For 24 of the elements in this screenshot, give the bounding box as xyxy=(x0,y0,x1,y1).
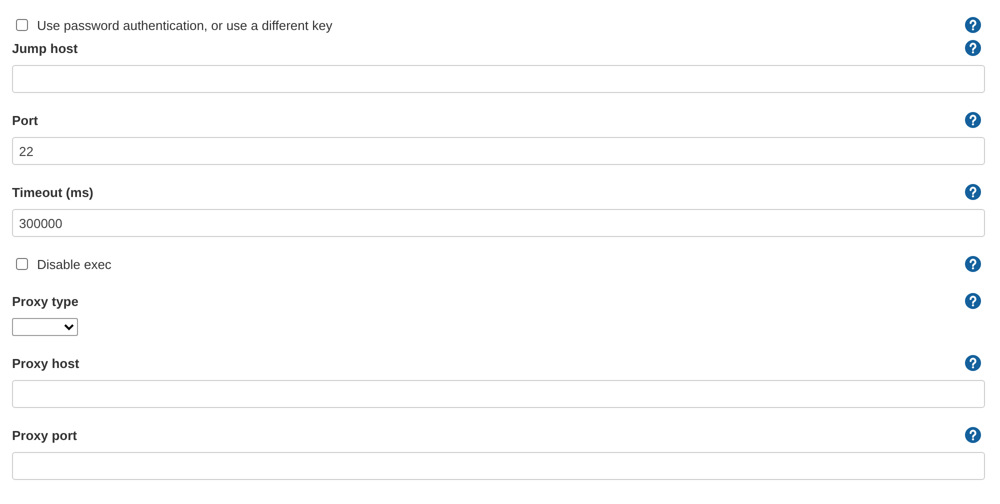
input-field[interactable] xyxy=(12,452,985,480)
help-icon[interactable] xyxy=(965,427,981,443)
help-icon[interactable] xyxy=(965,256,981,272)
field-label: Proxy port xyxy=(12,428,78,442)
checkbox[interactable] xyxy=(16,258,28,270)
field-label: Jump host xyxy=(12,40,78,56)
input-field[interactable]: 300000 xyxy=(12,209,985,237)
help-icon[interactable] xyxy=(965,293,981,309)
field-label: Port xyxy=(12,112,38,128)
input-field[interactable] xyxy=(12,380,985,408)
field-label: Timeout (ms) xyxy=(12,184,94,200)
help-icon[interactable] xyxy=(965,17,981,33)
input-field[interactable] xyxy=(12,65,985,93)
checkbox-label: Disable exec xyxy=(37,256,112,272)
input-field[interactable]: 22 xyxy=(12,137,985,165)
checkbox-label: Use password authentication, or use a different key xyxy=(37,18,332,32)
dropdown[interactable] xyxy=(12,318,78,336)
help-icon[interactable] xyxy=(965,40,981,56)
help-icon[interactable] xyxy=(965,355,981,371)
field-label: Proxy host xyxy=(12,356,80,370)
help-icon[interactable] xyxy=(965,112,981,128)
field-label: Proxy type xyxy=(12,294,78,308)
checkbox[interactable] xyxy=(16,19,28,31)
help-icon[interactable] xyxy=(965,184,981,200)
